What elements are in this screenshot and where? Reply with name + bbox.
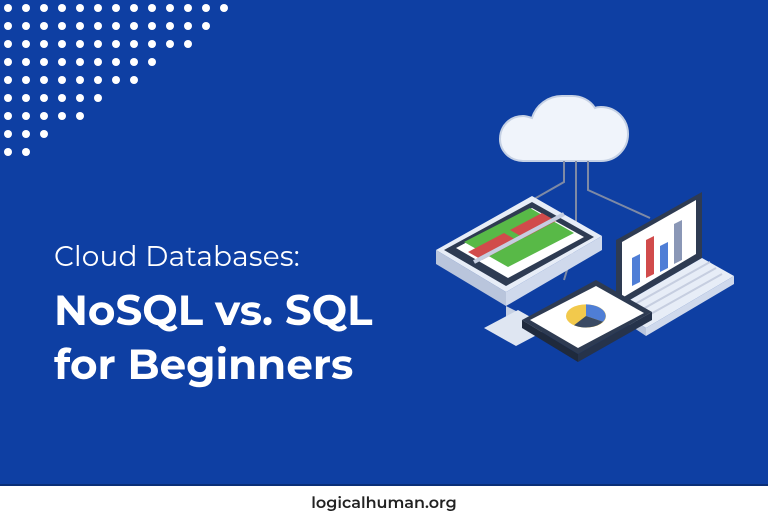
dot-grid-decor — [0, 0, 250, 170]
hero-card: Cloud Databases: NoSQL vs. SQL for Begin… — [0, 0, 768, 520]
headline-text: NoSQL vs. SQL for Beginners — [54, 284, 373, 392]
footer-site-text: logicalhuman.org — [311, 494, 456, 513]
headline-line-2: for Beginners — [54, 338, 353, 390]
footer-bar: logicalhuman.org — [0, 486, 768, 520]
cloud-devices-illustration — [414, 90, 734, 390]
cloud-icon — [500, 96, 628, 161]
headline-line-1: NoSQL vs. SQL — [54, 284, 373, 336]
kicker-text: Cloud Databases: — [54, 240, 373, 274]
footer-accent-bar — [0, 479, 768, 486]
title-block: Cloud Databases: NoSQL vs. SQL for Begin… — [54, 240, 373, 392]
